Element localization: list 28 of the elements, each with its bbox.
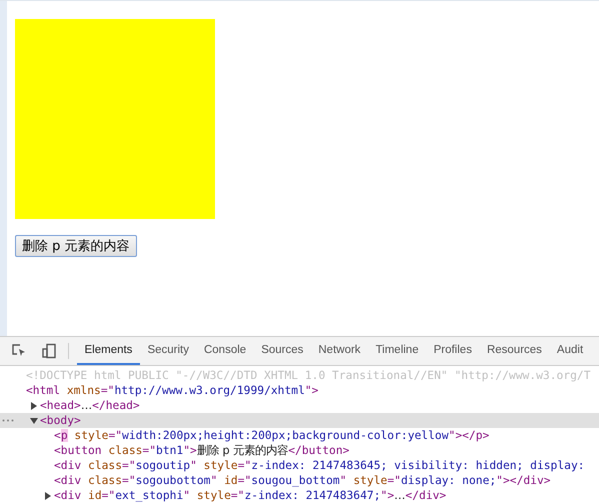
- expand-triangle-icon[interactable]: [31, 402, 37, 410]
- dom-tree-row[interactable]: <body>: [0, 413, 599, 428]
- expand-triangle-icon[interactable]: [45, 492, 51, 500]
- devtools-tab[interactable]: Console: [196, 337, 254, 365]
- more-icon[interactable]: [2, 419, 14, 422]
- dom-node-text: <p style="width:200px;height:200px;background-color:yellow"></p>: [54, 428, 490, 443]
- devtools-tab[interactable]: Audit: [549, 337, 591, 365]
- dom-node-text: <head>…</head>: [40, 398, 140, 413]
- dom-node-text: <html xmlns="http://www.w3.org/1999/xhtml">: [26, 383, 318, 398]
- dom-tree-row[interactable]: <p style="width:200px;height:200px;background-color:yellow"></p>: [0, 428, 599, 443]
- devtools-tab[interactable]: Timeline: [368, 337, 426, 365]
- devtools-tab[interactable]: Profiles: [426, 337, 480, 365]
- dom-node-text: <body>: [40, 413, 81, 428]
- dom-tree-row[interactable]: <div id="ext_stophi" style="z-index: 2147483647;">…</div>: [0, 488, 599, 503]
- dom-node-text: <button class="btn1">删除 p 元素的内容</button>: [54, 443, 350, 458]
- devtools-tab[interactable]: Sources: [254, 337, 311, 365]
- devtools-tab[interactable]: Resources: [479, 337, 550, 365]
- delete-content-button[interactable]: 删除 p 元素的内容: [15, 235, 137, 257]
- dom-tree-row[interactable]: <head>…</head>: [0, 398, 599, 413]
- devtools-tab[interactable]: Security: [140, 337, 196, 365]
- dom-tree-row[interactable]: <div class="sogoubottom" id="sougou_bottom" style="display: none;"></div>: [0, 473, 599, 488]
- dom-tree-row[interactable]: <button class="btn1">删除 p 元素的内容</button>: [0, 443, 599, 458]
- devtools-tab[interactable]: Network: [310, 337, 368, 365]
- devtools-tab[interactable]: Elements: [77, 337, 140, 365]
- dom-node-text: <div class="sogoubottom" id="sougou_bottom" style="display: none;"></div>: [54, 473, 551, 488]
- collapse-triangle-icon[interactable]: [30, 418, 38, 424]
- dom-node-text: <div id="ext_stophi" style="z-index: 2147483647;">…</div>: [54, 488, 446, 503]
- dom-tree-row[interactable]: <html xmlns="http://www.w3.org/1999/xhtml">: [0, 383, 599, 398]
